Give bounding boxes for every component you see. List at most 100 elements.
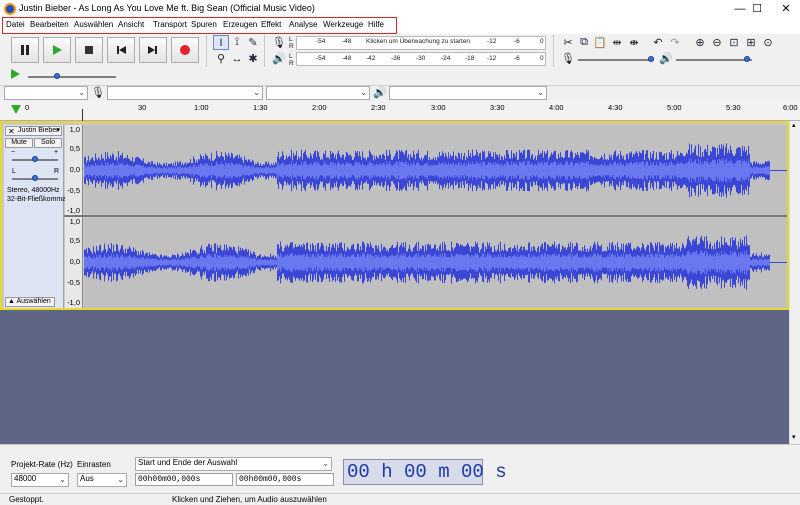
separator bbox=[264, 35, 265, 67]
track-select-button[interactable]: ▲ Auswählen bbox=[5, 297, 55, 307]
ruler-label-2-00: 2:00 bbox=[312, 103, 327, 112]
zoom-out-icon[interactable]: ⊖ bbox=[709, 35, 725, 50]
chevron-down-icon: ⌄ bbox=[537, 88, 544, 97]
gain-slider-thumb[interactable] bbox=[32, 156, 38, 162]
record-button[interactable] bbox=[171, 37, 199, 63]
undo-icon[interactable]: ↶ bbox=[650, 35, 666, 50]
chevron-down-icon: ⌄ bbox=[59, 475, 66, 484]
vertical-scrollbar[interactable]: ▴ ▾ bbox=[789, 121, 800, 444]
skip-end-icon bbox=[148, 46, 157, 54]
pan-right-label: R bbox=[54, 168, 60, 175]
chevron-down-icon: ⌄ bbox=[322, 459, 329, 468]
play-speed-thumb[interactable] bbox=[54, 73, 60, 79]
ruler-label-1-30: 1:30 bbox=[253, 103, 268, 112]
track-menu-arrow-icon[interactable]: ▾ bbox=[56, 126, 60, 134]
project-rate-select[interactable]: 48000 ⌄ bbox=[11, 473, 69, 487]
solo-button[interactable]: Solo bbox=[34, 138, 62, 148]
scale-1-0: 1,0 bbox=[69, 125, 80, 134]
play-icon bbox=[53, 45, 62, 55]
record-volume-thumb[interactable] bbox=[648, 56, 654, 62]
ruler-label-6-00: 6:00 bbox=[783, 103, 798, 112]
title-bar: Justin Bieber - As Long As You Love Me f… bbox=[0, 0, 800, 18]
copy-icon[interactable]: ⧉ bbox=[576, 35, 592, 50]
recording-device-select[interactable]: ⌄ bbox=[107, 86, 263, 100]
scroll-down-icon[interactable]: ▾ bbox=[792, 433, 796, 441]
scroll-up-icon[interactable]: ▴ bbox=[792, 121, 796, 129]
paste-icon[interactable]: 📋 bbox=[592, 35, 608, 50]
envelope-tool-icon[interactable]: ⟟ bbox=[229, 35, 245, 50]
track-name-menu[interactable]: Justin Bieber bbox=[18, 127, 58, 134]
track-close-button[interactable]: ✕ bbox=[8, 127, 15, 136]
record-volume-slider[interactable] bbox=[578, 59, 654, 61]
project-rate-value: 48000 bbox=[14, 474, 37, 483]
scale-0-0: 0,0 bbox=[69, 165, 80, 174]
multi-tool-icon[interactable]: ✱ bbox=[245, 51, 261, 66]
track-header: ✕ Justin Bieber ▾ bbox=[5, 126, 62, 136]
draw-tool-icon[interactable]: ✎ bbox=[245, 35, 261, 50]
selection-tool-icon[interactable]: I bbox=[213, 35, 229, 50]
snap-select[interactable]: Aus ⌄ bbox=[77, 473, 127, 487]
play-speed-slider[interactable] bbox=[28, 76, 116, 78]
recording-device-icon: 🎙 bbox=[91, 87, 105, 99]
maximize-button[interactable]: ☐ bbox=[742, 0, 772, 18]
playback-device-icon: 🔊 bbox=[373, 87, 387, 99]
skip-to-start-button[interactable] bbox=[107, 37, 135, 63]
record-icon bbox=[180, 45, 190, 55]
status-state: Gestoppt. bbox=[9, 495, 44, 504]
stop-button[interactable] bbox=[75, 37, 103, 63]
timeshift-tool-icon[interactable]: ↔ bbox=[229, 51, 245, 66]
playhead-marker bbox=[82, 109, 83, 121]
audio-position-display[interactable]: 00 h 00 m 00 s bbox=[343, 459, 507, 485]
ruler-label-4-30: 4:30 bbox=[608, 103, 623, 112]
selection-mode-select[interactable]: Start und Ende der Auswahl ⌄ bbox=[135, 457, 332, 471]
silence-icon[interactable]: ⇼ bbox=[626, 35, 642, 50]
play-scale-4: -36 bbox=[391, 55, 401, 62]
ruler-label-4-00: 4:00 bbox=[549, 103, 564, 112]
record-meter-prompt[interactable]: Klicken um Überwachung zu starten bbox=[366, 38, 470, 45]
ruler-label-2-30: 2:30 bbox=[371, 103, 386, 112]
zoom-in-icon[interactable]: ⊕ bbox=[692, 35, 708, 50]
microphone-icon[interactable]: 🎙 bbox=[271, 35, 287, 50]
zoom-tool-icon[interactable]: ⚲ bbox=[213, 51, 229, 66]
pan-slider-thumb[interactable] bbox=[32, 175, 38, 181]
recording-channels-select[interactable]: ⌄ bbox=[266, 86, 370, 100]
waveform-channel-right[interactable] bbox=[84, 217, 787, 308]
play-meter-channel-L: L bbox=[289, 53, 293, 60]
cut-icon[interactable]: ✂ bbox=[560, 35, 576, 50]
zoom-toggle-icon[interactable]: ⊙ bbox=[760, 35, 776, 50]
meter-channel-L: L bbox=[289, 36, 293, 43]
waveform-channel-left[interactable] bbox=[84, 125, 787, 216]
timeline-ruler[interactable]: 0 30 1:00 1:30 2:00 2:30 3:00 3:30 4:00 … bbox=[0, 101, 800, 121]
redo-icon[interactable]: ↷ bbox=[667, 35, 683, 50]
empty-track-area[interactable] bbox=[0, 310, 789, 444]
chevron-down-icon: ⌄ bbox=[78, 88, 85, 97]
project-rate-label: Projekt-Rate (Hz) bbox=[11, 460, 73, 469]
play-scale-10: 0 bbox=[540, 55, 544, 62]
playback-device-select[interactable]: ⌄ bbox=[389, 86, 547, 100]
mute-button[interactable]: Mute bbox=[5, 138, 33, 148]
meter-channel-R: R bbox=[289, 43, 294, 50]
playback-volume-slider[interactable] bbox=[676, 59, 752, 61]
skip-to-end-button[interactable] bbox=[139, 37, 167, 63]
scale-neg-0-5: -0,5 bbox=[67, 278, 80, 287]
stop-icon bbox=[85, 46, 93, 54]
close-button[interactable]: ✕ bbox=[771, 0, 800, 18]
channel-1-scale: 1,0 0,5 0,0 -0,5 -1,0 bbox=[65, 125, 83, 216]
speaker-icon[interactable]: 🔊 bbox=[271, 51, 287, 66]
chevron-down-icon: ⌄ bbox=[360, 88, 367, 97]
pan-left-label: L bbox=[12, 168, 16, 175]
pause-button[interactable] bbox=[11, 37, 39, 63]
selection-end-field[interactable]: 00h00m00,000s bbox=[236, 473, 334, 486]
playback-volume-thumb[interactable] bbox=[744, 56, 750, 62]
audio-host-select[interactable]: ⌄ bbox=[4, 86, 88, 100]
play-at-speed-button[interactable] bbox=[9, 68, 21, 82]
status-hint: Klicken und Ziehen, um Audio auszuwählen bbox=[172, 495, 327, 504]
trim-icon[interactable]: ⇹ bbox=[609, 35, 625, 50]
selection-start-field[interactable]: 00h00m00,000s bbox=[135, 473, 233, 486]
fit-project-icon[interactable]: ⊞ bbox=[743, 35, 759, 50]
fit-selection-icon[interactable]: ⊡ bbox=[726, 35, 742, 50]
play-scale-7: -18 bbox=[465, 55, 475, 62]
chevron-down-icon: ⌄ bbox=[253, 88, 260, 97]
play-button[interactable] bbox=[43, 37, 71, 63]
collapse-arrow-icon: ▲ bbox=[8, 298, 15, 305]
